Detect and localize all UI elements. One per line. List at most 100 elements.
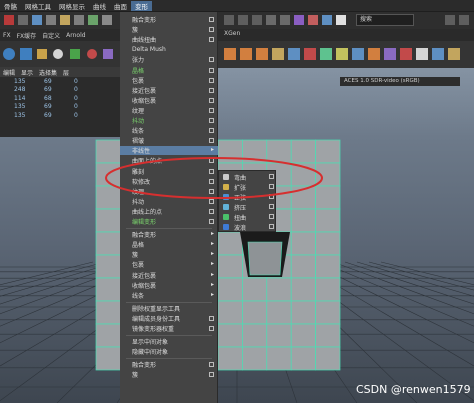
- option-box-icon[interactable]: [209, 178, 214, 184]
- mesh-face: [290, 208, 316, 233]
- option-box-icon[interactable]: [209, 17, 214, 22]
- search-input[interactable]: 搜索: [356, 14, 414, 26]
- menu-item-label: 线条: [132, 292, 145, 300]
- option-box-icon[interactable]: [209, 188, 214, 194]
- option-box-icon[interactable]: [209, 198, 214, 204]
- menu-item[interactable]: 曲面上的点: [120, 156, 218, 165]
- option-box-icon[interactable]: [209, 97, 214, 103]
- menu-item[interactable]: 收缩包裹: [120, 96, 218, 105]
- menu-item[interactable]: 网格显示: [55, 1, 89, 11]
- mesh-face: [315, 208, 341, 233]
- menu-item[interactable]: 纹理: [120, 106, 218, 115]
- mesh-face: [242, 323, 268, 348]
- submenu-item[interactable]: 挤压: [219, 202, 277, 212]
- channel-rows: 135 69 0 248 69 0 114 68 0 135 69 0 135 69 0: [0, 77, 120, 120]
- option-box-icon[interactable]: [209, 138, 214, 144]
- menu-item[interactable]: 线条 ▸: [120, 291, 218, 300]
- option-box-icon[interactable]: [209, 118, 214, 123]
- option-box-icon[interactable]: [209, 326, 214, 331]
- menu-item[interactable]: 骨骼: [0, 1, 21, 11]
- option-box-icon[interactable]: [209, 158, 214, 164]
- menu-item[interactable]: 线条: [120, 126, 218, 135]
- fx-icon: [4, 15, 14, 25]
- option-box-icon[interactable]: [209, 219, 214, 224]
- menu-item[interactable]: 网格工具: [21, 1, 55, 11]
- panel-tab[interactable]: 编辑: [0, 68, 18, 77]
- menu-item[interactable]: 雕刻: [120, 167, 218, 176]
- shelf-tab[interactable]: FX缓存: [14, 31, 40, 40]
- menu-item[interactable]: 张力: [120, 55, 218, 64]
- menu-item[interactable]: 显示中间对象: [120, 337, 218, 346]
- menu-item[interactable]: 收缩包裹 ▸: [120, 281, 218, 290]
- menu-item[interactable]: 镜像变形器权重: [120, 324, 218, 333]
- option-box-icon[interactable]: [209, 27, 214, 33]
- submenu-item[interactable]: 波浪: [219, 222, 277, 232]
- menu-item[interactable]: 接近包裹: [120, 86, 218, 95]
- menu-item-label: 显示中间对象: [132, 339, 169, 347]
- submenu-item[interactable]: 正弦: [219, 192, 277, 202]
- menu-item[interactable]: 编辑成员身份工具: [120, 314, 218, 323]
- menu-item-label: 簇: [132, 252, 139, 260]
- menu-item[interactable]: 隐藏中间对象: [120, 347, 218, 356]
- shelf-tab[interactable]: FX: [0, 32, 14, 39]
- option-box-icon[interactable]: [269, 224, 274, 229]
- menu-item[interactable]: 非线性 ▸: [120, 146, 218, 156]
- option-box-icon[interactable]: [269, 184, 274, 189]
- menu-item[interactable]: 褶皱: [120, 136, 218, 145]
- option-box-icon[interactable]: [209, 77, 214, 83]
- option-box-icon[interactable]: [209, 37, 214, 43]
- menu-item[interactable]: 融合变形: [120, 360, 218, 369]
- submenu-item[interactable]: 扭曲: [219, 212, 277, 222]
- submenu-item[interactable]: 扩张: [219, 182, 277, 192]
- menu-item[interactable]: 包裹: [120, 76, 218, 85]
- menu-item[interactable]: 删除权重显示工具: [120, 304, 218, 313]
- option-box-icon[interactable]: [209, 362, 214, 368]
- shelf-tab[interactable]: Arnold: [63, 32, 88, 39]
- option-box-icon[interactable]: [209, 87, 214, 93]
- menu-item[interactable]: 包裹 ▸: [120, 260, 218, 269]
- menu-item[interactable]: 软修改: [120, 177, 218, 186]
- menu-item[interactable]: 曲线扭曲: [120, 35, 218, 44]
- menu-item[interactable]: 曲线上的点: [120, 207, 218, 216]
- torus-icon: [87, 49, 97, 59]
- option-box-icon[interactable]: [209, 168, 214, 174]
- xgen-tab[interactable]: XGen: [224, 30, 240, 37]
- table-cell: 0: [74, 77, 78, 85]
- option-box-icon[interactable]: [209, 208, 214, 214]
- menu-item[interactable]: 簇: [120, 370, 218, 379]
- shelf-tab[interactable]: 自定义: [39, 31, 63, 40]
- channel-box: 编辑 显示 选择集层 135 69 0 248 69 0 114 68 0 135 69 0 135 69 0: [0, 67, 120, 137]
- option-box-icon[interactable]: [269, 214, 274, 219]
- option-box-icon[interactable]: [269, 174, 274, 179]
- menu-item[interactable]: 纹理: [120, 187, 218, 196]
- menu-item[interactable]: 编辑变形: [120, 217, 218, 226]
- panel-tab[interactable]: 显示: [18, 68, 36, 77]
- menu-item-label: 删除权重显示工具: [132, 305, 181, 313]
- option-box-icon[interactable]: [209, 315, 214, 321]
- menu-item[interactable]: 晶格 ▸: [120, 240, 218, 249]
- menu-item[interactable]: 曲面: [110, 1, 131, 11]
- option-box-icon[interactable]: [209, 128, 214, 134]
- menu-item[interactable]: 抖动: [120, 116, 218, 125]
- menu-item[interactable]: Delta Mush: [120, 45, 218, 54]
- menu-item-label: 曲面上的点: [132, 158, 163, 166]
- menu-item[interactable]: 晶格: [120, 66, 218, 75]
- menu-item[interactable]: 曲线: [89, 1, 110, 11]
- submenu-item[interactable]: 弯曲: [219, 172, 277, 182]
- menu-item[interactable]: 抖动: [120, 197, 218, 206]
- menu-item[interactable]: 融合变形: [120, 15, 218, 24]
- menu-item[interactable]: 簇 ▸: [120, 250, 218, 259]
- menu-item[interactable]: 融合变形 ▸: [120, 230, 218, 239]
- option-box-icon[interactable]: [209, 57, 214, 63]
- menu-item[interactable]: 簇: [120, 25, 218, 34]
- panel-tab[interactable]: 选择集: [36, 68, 60, 77]
- option-box-icon[interactable]: [209, 107, 214, 113]
- option-box-icon[interactable]: [209, 372, 214, 378]
- option-box-icon[interactable]: [269, 194, 274, 199]
- menu-item[interactable]: 接近包裹 ▸: [120, 271, 218, 280]
- panel-tab[interactable]: 层: [60, 68, 72, 77]
- menu-item[interactable]: 变形: [131, 0, 152, 11]
- option-box-icon[interactable]: [209, 67, 214, 73]
- option-box-icon[interactable]: [269, 204, 274, 209]
- mesh-face: [217, 277, 243, 302]
